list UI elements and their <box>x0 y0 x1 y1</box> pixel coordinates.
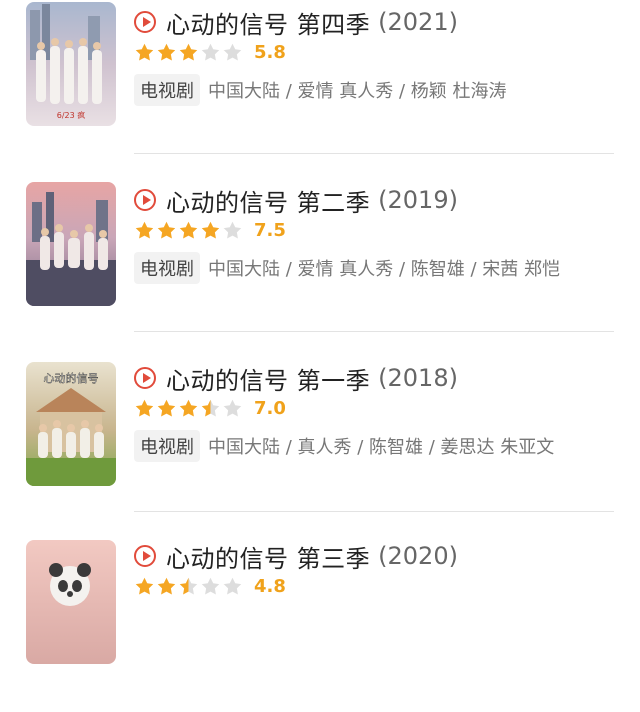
star-icon <box>201 43 220 60</box>
star-icon <box>201 577 220 594</box>
score: 4.8 <box>254 575 286 597</box>
list-item[interactable]: 心动的信号 第三季 (2020) 4.8 <box>0 534 640 712</box>
play-icon <box>134 545 156 567</box>
year: (2020) <box>378 542 458 570</box>
star-icon <box>179 221 198 238</box>
star-icon <box>179 43 198 60</box>
star-icon <box>135 577 154 594</box>
year: (2018) <box>378 364 458 392</box>
play-icon <box>134 11 156 33</box>
star-rating <box>134 576 244 597</box>
star-icon <box>201 399 220 416</box>
category-tag: 电视剧 <box>134 74 200 106</box>
list-item[interactable]: 6/23 疯 心动的信号 第四季 (2021) 5.8 电视剧 中国大陆 / 爱… <box>0 0 640 178</box>
play-icon <box>134 367 156 389</box>
title[interactable]: 心动的信号 第四季 <box>166 5 370 40</box>
star-icon <box>223 221 242 238</box>
star-icon <box>157 399 176 416</box>
star-icon <box>157 43 176 60</box>
meta-info: 中国大陆 / 爱情 真人秀 / 陈智雄 / 宋茜 郑恺 <box>208 259 560 280</box>
star-icon <box>135 399 154 416</box>
poster-image[interactable]: 心动的信号 <box>26 362 116 486</box>
year: (2021) <box>378 8 458 36</box>
poster-caption: 心动的信号 <box>44 371 99 385</box>
year: (2019) <box>378 186 458 214</box>
title[interactable]: 心动的信号 第一季 <box>166 361 370 396</box>
title[interactable]: 心动的信号 第二季 <box>166 183 370 218</box>
category-tag: 电视剧 <box>134 430 200 462</box>
play-icon <box>134 189 156 211</box>
star-rating <box>134 42 244 63</box>
divider <box>134 511 614 512</box>
star-icon <box>223 577 242 594</box>
poster-image[interactable]: 6/23 疯 <box>26 2 116 126</box>
poster-caption: 6/23 疯 <box>57 110 86 120</box>
star-rating <box>134 398 244 419</box>
star-icon <box>157 577 176 594</box>
star-icon <box>135 43 154 60</box>
score: 7.0 <box>254 397 286 419</box>
poster-image[interactable] <box>26 540 116 664</box>
star-icon <box>135 221 154 238</box>
score: 5.8 <box>254 41 286 63</box>
star-icon <box>201 221 220 238</box>
meta-info: 中国大陆 / 爱情 真人秀 / 杨颖 杜海涛 <box>208 81 507 102</box>
list-item[interactable]: 心动的信号 心动的信号 第一季 (2018) 7.0 电视剧 中国大陆 / 真人… <box>0 356 640 534</box>
poster-image[interactable] <box>26 182 116 306</box>
star-icon <box>223 43 242 60</box>
star-rating <box>134 220 244 241</box>
score: 7.5 <box>254 219 286 241</box>
divider <box>134 331 614 332</box>
divider <box>134 153 614 154</box>
star-icon <box>223 399 242 416</box>
star-icon <box>179 577 198 594</box>
title[interactable]: 心动的信号 第三季 <box>166 539 370 574</box>
category-tag: 电视剧 <box>134 252 200 284</box>
star-icon <box>157 221 176 238</box>
star-icon <box>179 399 198 416</box>
meta-info: 中国大陆 / 真人秀 / 陈智雄 / 姜思达 朱亚文 <box>208 437 555 458</box>
list-item[interactable]: 心动的信号 第二季 (2019) 7.5 电视剧 中国大陆 / 爱情 真人秀 /… <box>0 178 640 356</box>
